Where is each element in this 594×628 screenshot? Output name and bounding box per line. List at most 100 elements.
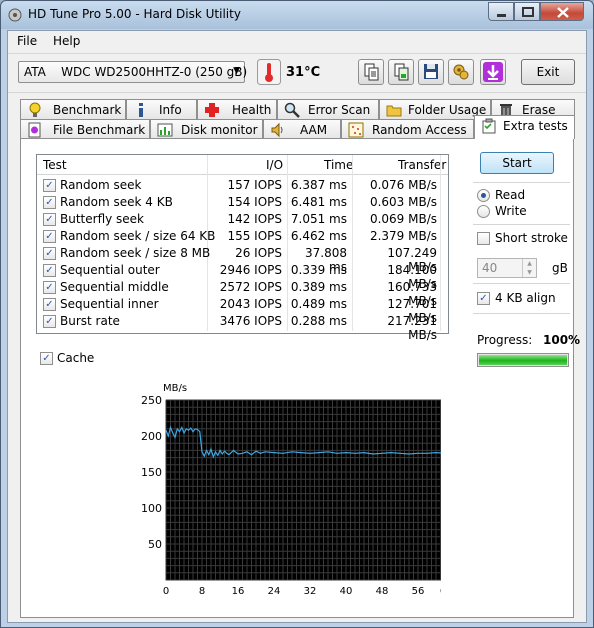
- title-bar[interactable]: HD Tune Pro 5.00 - Hard Disk Utility: [1, 1, 593, 29]
- table-row: ✓ Sequential middle 2572 IOPS 0.389 ms 1…: [37, 279, 448, 308]
- tab-health[interactable]: Health: [197, 99, 277, 119]
- row-test: Sequential outer: [60, 263, 160, 277]
- maximize-button[interactable]: [514, 2, 540, 21]
- row-test: Random seek: [60, 178, 142, 192]
- chart-y-tick-label: 100: [141, 502, 162, 515]
- close-icon: [557, 7, 569, 18]
- divider: [473, 224, 570, 225]
- exit-button[interactable]: Exit: [521, 59, 575, 85]
- read-radio[interactable]: [477, 189, 490, 202]
- table-row: ✓ Random seek 157 IOPS 6.387 ms 0.076 MB…: [37, 177, 448, 194]
- row-time: 0.489 ms: [290, 297, 347, 311]
- header-io[interactable]: I/O: [266, 158, 283, 172]
- close-button[interactable]: [540, 2, 584, 21]
- chart-y-tick-label: 250: [141, 394, 162, 407]
- spin-arrows-icon[interactable]: ▲ ▼: [522, 259, 536, 277]
- row-test: Random seek / size 8 MB: [60, 246, 211, 260]
- row-checkbox[interactable]: ✓: [43, 213, 56, 226]
- cache-checkbox[interactable]: ✓: [40, 352, 53, 365]
- row-test: Butterfly seek: [60, 212, 145, 226]
- disk-monitor-icon: [157, 123, 173, 137]
- copy-screenshot-button[interactable]: [388, 59, 414, 85]
- tab-aam[interactable]: AAM: [263, 119, 341, 139]
- options-icon: [453, 64, 469, 80]
- row-io: 2043 IOPS: [219, 297, 282, 311]
- menu-help[interactable]: Help: [53, 34, 80, 48]
- tab-health-label: Health: [232, 103, 272, 117]
- tab-disk-monitor[interactable]: Disk monitor: [150, 119, 263, 139]
- row-time: 6.481 ms: [290, 195, 347, 209]
- drive-select[interactable]: ATA WDC WD2500HHTZ-0 (250 gB) ▼: [18, 61, 248, 83]
- row-checkbox[interactable]: ✓: [43, 230, 56, 243]
- row-io: 154 IOPS: [227, 195, 282, 209]
- write-radio[interactable]: [477, 205, 490, 218]
- tab-extra-tests[interactable]: Extra tests: [474, 115, 575, 139]
- row-time: 7.051 ms: [290, 212, 347, 226]
- copy-text-icon: [364, 63, 379, 81]
- row-test: Random seek 4 KB: [60, 195, 173, 209]
- copy-text-button[interactable]: [358, 59, 384, 85]
- chart-y-axis-label: MB/s: [163, 383, 187, 394]
- row-checkbox[interactable]: ✓: [43, 179, 56, 192]
- temperature-readout: 31°C: [286, 65, 321, 80]
- tab-file-benchmark[interactable]: File Benchmark: [20, 119, 150, 139]
- row-transfer: 0.076 MB/s: [369, 178, 437, 192]
- window-title: HD Tune Pro 5.00 - Hard Disk Utility: [28, 7, 241, 21]
- align-checkbox[interactable]: ✓: [477, 292, 490, 305]
- short-stroke-label: Short stroke: [495, 231, 568, 245]
- row-transfer: 217.231 MB/s: [387, 314, 437, 342]
- header-time[interactable]: Time: [324, 158, 353, 172]
- row-time: 0.339 ms: [290, 263, 347, 277]
- short-stroke-checkbox[interactable]: [477, 232, 490, 245]
- tab-disk-monitor-label: Disk monitor: [181, 123, 258, 137]
- results-table: Test I/O Time Transfer ✓ Random seek 157…: [36, 154, 449, 342]
- save-icon: [424, 64, 438, 79]
- divider: [473, 313, 570, 314]
- extra-tests-icon: [482, 118, 496, 134]
- tab-benchmark-label: Benchmark: [53, 103, 122, 117]
- row-time: 6.462 ms: [290, 229, 347, 243]
- row-checkbox[interactable]: ✓: [43, 281, 56, 294]
- row-checkbox[interactable]: ✓: [43, 298, 56, 311]
- minimize-button[interactable]: [488, 2, 514, 21]
- speaker-icon: [271, 122, 283, 138]
- random-access-icon: [348, 122, 364, 138]
- results-header: Test I/O Time Transfer: [37, 155, 448, 175]
- tab-benchmark[interactable]: Benchmark: [20, 99, 126, 119]
- drive-select-value: ATA WDC WD2500HHTZ-0 (250 gB): [24, 65, 248, 79]
- minimize-icon: [497, 14, 506, 17]
- chart-x-tick-label: 32: [304, 586, 317, 597]
- row-test: Sequential middle: [60, 280, 169, 294]
- download-button[interactable]: [480, 59, 506, 85]
- table-row: ✓ Random seek / size 8 MB 26 IOPS 37.808…: [37, 245, 448, 274]
- row-io: 2946 IOPS: [219, 263, 282, 277]
- row-io: 26 IOPS: [235, 246, 282, 260]
- start-button[interactable]: Start: [480, 152, 554, 174]
- tab-random-access[interactable]: Random Access: [341, 119, 474, 139]
- row-checkbox[interactable]: ✓: [43, 315, 56, 328]
- transfer-chart: 50 100 150 200 250 0 8 16 24 32 40 48 56 64MB MB/s: [141, 383, 441, 597]
- table-row: ✓ Random seek / size 64 KB 155 IOPS 6.46…: [37, 228, 448, 245]
- chart-x-tick-label: 64MB: [440, 586, 441, 597]
- row-checkbox[interactable]: ✓: [43, 247, 56, 260]
- row-test: Sequential inner: [60, 297, 159, 311]
- chart-y-tick-label: 200: [141, 430, 162, 443]
- row-io: 2572 IOPS: [219, 280, 282, 294]
- tab-extra-tests-label: Extra tests: [503, 119, 568, 133]
- toolbar: ATA WDC WD2500HHTZ-0 (250 gB) ▼ 31°C Exi…: [8, 53, 586, 93]
- row-checkbox[interactable]: ✓: [43, 196, 56, 209]
- tab-error-scan[interactable]: Error Scan: [277, 99, 379, 119]
- short-stroke-size-input[interactable]: 40 ▲ ▼: [477, 258, 537, 278]
- folder-icon: [386, 105, 402, 117]
- header-test[interactable]: Test: [43, 158, 67, 172]
- table-row: ✓ Sequential inner 2043 IOPS 0.489 ms 12…: [37, 296, 448, 325]
- menu-file[interactable]: File: [17, 34, 37, 48]
- options-button[interactable]: [448, 59, 474, 85]
- short-stroke-size-value: 40: [482, 261, 498, 275]
- download-icon: [483, 62, 503, 82]
- progress-value: 100%: [543, 333, 581, 347]
- row-checkbox[interactable]: ✓: [43, 264, 56, 277]
- save-button[interactable]: [418, 59, 444, 85]
- app-window: HD Tune Pro 5.00 - Hard Disk Utility Fil…: [0, 0, 594, 628]
- tab-info[interactable]: Info: [126, 99, 197, 119]
